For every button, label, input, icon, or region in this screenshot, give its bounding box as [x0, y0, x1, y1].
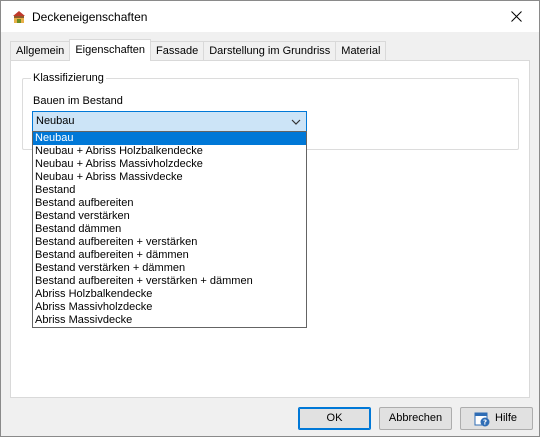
dropdown-option[interactable]: Bestand aufbereiten + verstärken: [33, 236, 306, 249]
dropdown-option[interactable]: Abriss Massivdecke: [33, 314, 306, 327]
tab-fassade[interactable]: Fassade: [150, 41, 205, 61]
dropdown-option[interactable]: Bestand aufbereiten + verstärken + dämme…: [33, 275, 306, 288]
classification-group-label: Klassifizierung: [31, 72, 106, 84]
bauen-im-bestand-dropdown-list: Neubau Neubau + Abriss Holzbalkendecke N…: [32, 131, 307, 328]
tab-material[interactable]: Material: [335, 41, 387, 61]
dropdown-option[interactable]: Bestand aufbereiten: [33, 197, 306, 210]
dropdown-option[interactable]: Neubau + Abriss Massivholzdecke: [33, 158, 306, 171]
close-button[interactable]: [493, 1, 539, 32]
dropdown-option[interactable]: Abriss Massivholzdecke: [33, 301, 306, 314]
dropdown-option[interactable]: Bestand verstärken: [33, 210, 306, 223]
dropdown-option[interactable]: Bestand dämmen: [33, 223, 306, 236]
dropdown-option[interactable]: Neubau + Abriss Massivdecke: [33, 171, 306, 184]
cancel-button[interactable]: Abbrechen: [379, 407, 452, 430]
dropdown-option[interactable]: Bestand aufbereiten + dämmen: [33, 249, 306, 262]
close-icon: [510, 11, 522, 22]
combobox-value: Neubau: [36, 115, 75, 127]
svg-text:?: ?: [483, 419, 487, 427]
tab-allgemein[interactable]: Allgemein: [10, 41, 71, 61]
tab-eigenschaften[interactable]: Eigenschaften: [69, 39, 152, 61]
app-icon: [13, 11, 25, 23]
dropdown-option[interactable]: Bestand verstärken + dämmen: [33, 262, 306, 275]
help-icon: ?: [474, 412, 490, 427]
dropdown-option-neubau[interactable]: Neubau: [33, 132, 306, 145]
tab-strip: Allgemein Eigenschaften Fassade Darstell…: [10, 39, 387, 61]
tab-darstellung-im-grundriss[interactable]: Darstellung im Grundriss: [203, 41, 337, 61]
help-button-label: Hilfe: [495, 412, 518, 424]
dropdown-option[interactable]: Neubau + Abriss Holzbalkendecke: [33, 145, 306, 158]
dialog-window: Deckeneigenschaften Allgemein Eigenschaf…: [0, 0, 540, 437]
title-bar: Deckeneigenschaften: [1, 1, 539, 32]
chevron-down-icon[interactable]: [290, 116, 302, 128]
bauen-im-bestand-label: Bauen im Bestand: [33, 95, 123, 107]
bauen-im-bestand-combobox[interactable]: Neubau: [32, 111, 307, 132]
window-title: Deckeneigenschaften: [32, 10, 148, 24]
dropdown-option[interactable]: Abriss Holzbalkendecke: [33, 288, 306, 301]
dropdown-option[interactable]: Bestand: [33, 184, 306, 197]
help-button[interactable]: ? Hilfe: [460, 407, 533, 430]
ok-button[interactable]: OK: [298, 407, 371, 430]
